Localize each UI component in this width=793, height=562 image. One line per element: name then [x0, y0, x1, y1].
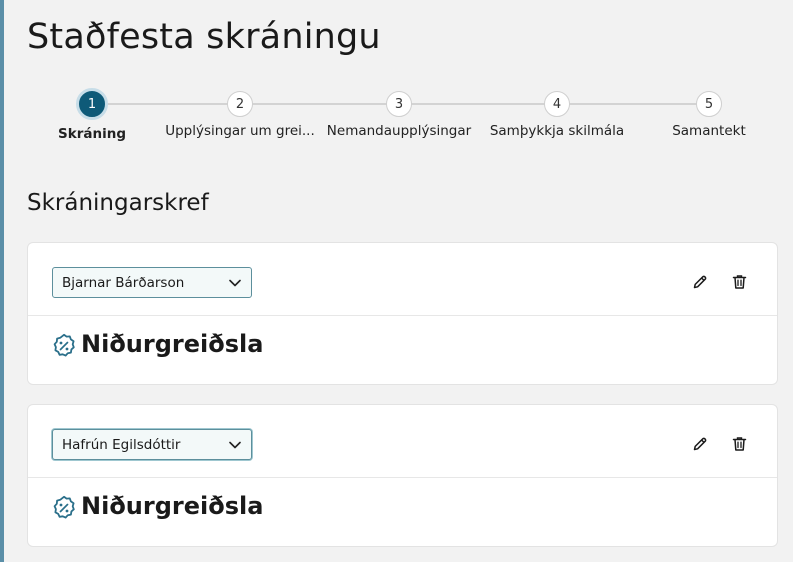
discount-badge-icon	[53, 333, 75, 357]
step-number: 3	[386, 91, 412, 117]
page-title: Staðfesta skráningu	[27, 17, 381, 57]
step-3[interactable]: 3 Nemandaupplýsingar	[319, 88, 479, 139]
step-label: Samantekt	[672, 123, 746, 139]
left-accent-bar	[0, 0, 4, 562]
student-select-value: Bjarnar Bárðarson	[62, 274, 185, 291]
discount-badge-icon	[53, 495, 75, 519]
step-number: 2	[227, 91, 253, 117]
student-select[interactable]: Bjarnar Bárðarson	[52, 267, 252, 298]
section-title: Skráningarskref	[27, 190, 209, 216]
step-label: Samþykkja skilmála	[489, 123, 625, 139]
edit-button[interactable]	[690, 272, 710, 292]
trash-icon	[732, 275, 746, 289]
card-body: Niðurgreiðsla	[28, 316, 777, 386]
step-2[interactable]: 2 Upplýsingar um grei...	[160, 88, 320, 139]
registration-card-2: Hafrún Egilsdóttir Niðurgreiðsla	[27, 404, 778, 547]
card-heading: Niðurgreiðsla	[81, 492, 264, 520]
step-label: Upplýsingar um grei...	[165, 123, 315, 139]
step-label: Nemandaupplýsingar	[326, 123, 472, 139]
step-1[interactable]: 1 Skráning	[12, 88, 172, 142]
step-number: 1	[76, 88, 108, 120]
card-body: Niðurgreiðsla	[28, 478, 777, 548]
stepper: 1 Skráning 2 Upplýsingar um grei... 3 Ne…	[0, 88, 793, 148]
registration-card-1: Bjarnar Bárðarson Niðurgreiðsla	[27, 242, 778, 385]
step-label: Skráning	[58, 126, 126, 142]
delete-button[interactable]	[729, 272, 749, 292]
step-number: 4	[544, 91, 570, 117]
card-header: Hafrún Egilsdóttir	[28, 405, 777, 478]
edit-button[interactable]	[690, 434, 710, 454]
step-4[interactable]: 4 Samþykkja skilmála	[477, 88, 637, 139]
student-select[interactable]: Hafrún Egilsdóttir	[52, 429, 252, 460]
step-5[interactable]: 5 Samantekt	[629, 88, 789, 139]
step-number: 5	[696, 91, 722, 117]
trash-icon	[732, 437, 746, 451]
card-header: Bjarnar Bárðarson	[28, 243, 777, 316]
chevron-down-icon	[229, 441, 241, 448]
student-select-value: Hafrún Egilsdóttir	[62, 436, 181, 453]
delete-button[interactable]	[729, 434, 749, 454]
pencil-icon	[693, 275, 707, 289]
card-heading: Niðurgreiðsla	[81, 330, 264, 358]
pencil-icon	[693, 437, 707, 451]
chevron-down-icon	[229, 279, 241, 286]
